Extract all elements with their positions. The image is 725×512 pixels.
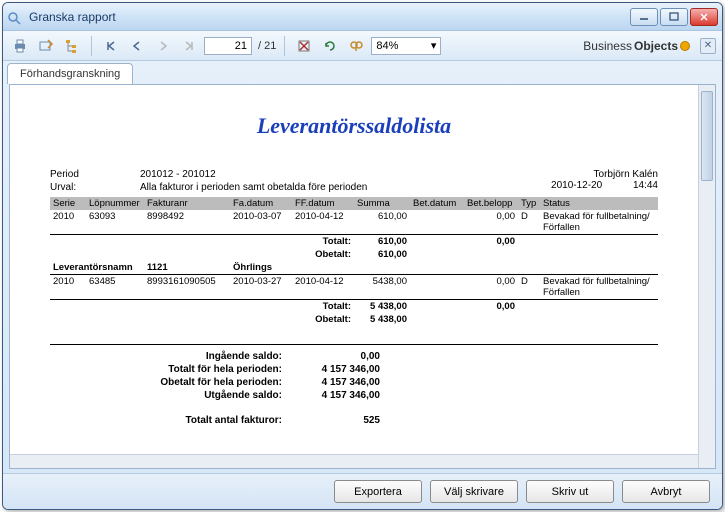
nav-prev-icon[interactable]: [126, 35, 148, 57]
page-total-label: / 21: [258, 40, 276, 52]
cancel-button[interactable]: Avbryt: [622, 480, 710, 503]
report-header-right: Torbjörn Kalén 2010-12-20 14:44: [523, 169, 658, 191]
table-row: 2010 63093 8998492 2010-03-07 2010-04-12…: [50, 210, 658, 235]
close-button[interactable]: [690, 8, 718, 26]
report-viewport: Leverantörssaldolista Torbjörn Kalén 201…: [9, 84, 716, 469]
subtotal-row: Obetalt: 5 438,00: [50, 313, 658, 326]
urval-value: Alla fakturor i perioden samt obetalda f…: [140, 182, 367, 193]
summary-block: Ingående saldo:0,00 Totalt för hela peri…: [50, 344, 658, 426]
table-row: 2010 63485 8993161090505 2010-03-27 2010…: [50, 275, 658, 300]
stop-icon[interactable]: [293, 35, 315, 57]
button-bar: Exportera Välj skrivare Skriv ut Avbryt: [3, 473, 722, 509]
report-time: 14:44: [633, 180, 658, 191]
businessobjects-logo: BusinessObjects: [583, 39, 690, 53]
chevron-down-icon: ▾: [431, 39, 437, 52]
toolbar: / 21 84% ▾ BusinessObjects ✕: [3, 31, 722, 61]
refresh-icon[interactable]: [319, 35, 341, 57]
scroll-thumb[interactable]: [701, 91, 713, 181]
maximize-button[interactable]: [660, 8, 688, 26]
toolbar-separator: [284, 36, 285, 56]
period-value: 201012 - 201012: [140, 169, 216, 180]
nav-last-icon[interactable]: [178, 35, 200, 57]
logo-dot-icon: [680, 41, 690, 51]
subtotal-row: Obetalt: 610,00: [50, 248, 658, 261]
titlebar: Granska rapport: [3, 3, 722, 31]
export-button[interactable]: Exportera: [334, 480, 422, 503]
vertical-scrollbar[interactable]: [698, 85, 715, 468]
window-title: Granska rapport: [29, 10, 630, 24]
supplier-row: Leverantörsnamn 1121 Öhrlings: [50, 261, 658, 275]
report-table: Serie Löpnummer Fakturanr Fa.datum FF.da…: [50, 197, 658, 326]
print-icon[interactable]: [9, 35, 31, 57]
horizontal-scrollbar[interactable]: [10, 454, 698, 468]
table-header-row: Serie Löpnummer Fakturanr Fa.datum FF.da…: [50, 197, 658, 210]
help-button[interactable]: ✕: [700, 38, 716, 54]
nav-first-icon[interactable]: [100, 35, 122, 57]
page-number-input[interactable]: [204, 37, 252, 55]
export-icon[interactable]: [35, 35, 57, 57]
app-icon: [7, 9, 23, 25]
urval-label: Urval:: [50, 182, 140, 193]
choose-printer-button[interactable]: Välj skrivare: [430, 480, 518, 503]
zoom-dropdown[interactable]: 84% ▾: [371, 37, 441, 55]
report-title: Leverantörssaldolista: [50, 113, 658, 139]
search-icon[interactable]: [345, 35, 367, 57]
report-user: Torbjörn Kalén: [594, 169, 658, 180]
toolbar-separator: [91, 36, 92, 56]
zoom-value: 84%: [376, 40, 398, 52]
subtotal-row: Totalt: 5 438,00 0,00: [50, 300, 658, 314]
minimize-button[interactable]: [630, 8, 658, 26]
period-label: Period: [50, 169, 140, 180]
tree-icon[interactable]: [61, 35, 83, 57]
report-page: Leverantörssaldolista Torbjörn Kalén 201…: [10, 85, 698, 438]
report-date: 2010-12-20: [551, 180, 602, 191]
nav-next-icon[interactable]: [152, 35, 174, 57]
print-button[interactable]: Skriv ut: [526, 480, 614, 503]
tab-strip: Förhandsgranskning: [3, 61, 722, 84]
tab-preview[interactable]: Förhandsgranskning: [7, 63, 133, 84]
subtotal-row: Totalt: 610,00 0,00: [50, 235, 658, 249]
window-frame: Granska rapport: [2, 2, 723, 510]
